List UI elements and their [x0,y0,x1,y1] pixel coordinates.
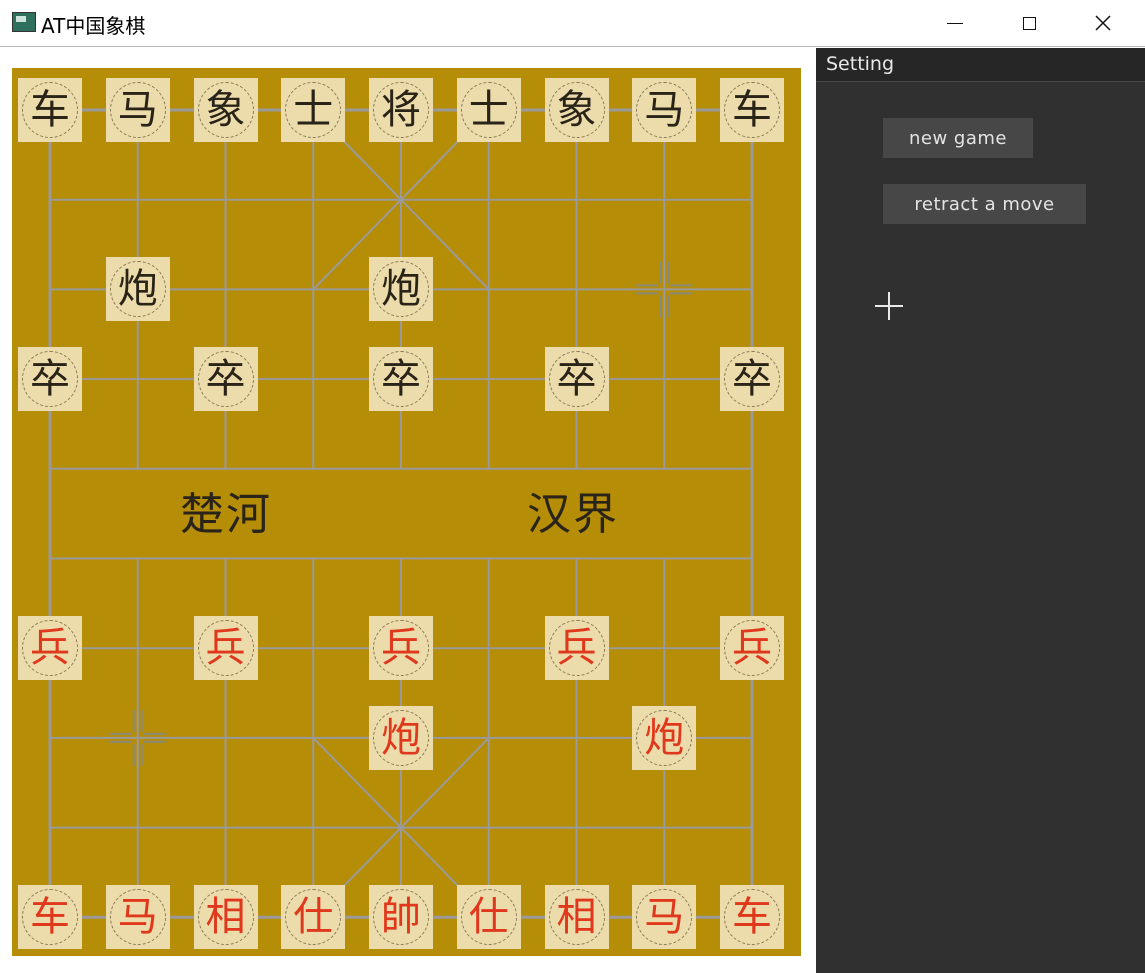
maximize-button[interactable] [992,0,1066,46]
piece-label: 兵 [30,625,70,672]
panel-header: Setting [816,48,1145,82]
piece-label: 兵 [205,625,246,672]
title-bar: AT中国象棋 [0,0,1145,47]
piece-label: 士 [293,87,334,133]
retract-move-button[interactable]: retract a move [883,184,1086,224]
black-piece[interactable]: 马 [105,78,170,142]
red-piece[interactable]: 兵 [544,616,609,681]
panel-title: Setting [826,53,895,75]
settings-panel: Setting new game retract a move [816,48,1145,973]
piece-label: 卒 [556,356,597,403]
piece-label: 仕 [293,894,334,941]
black-piece[interactable]: 卒 [369,347,433,412]
piece-label: 兵 [381,625,421,672]
piece-label: 仕 [468,894,509,941]
red-piece[interactable]: 兵 [369,616,433,681]
red-piece[interactable]: 马 [105,885,170,950]
black-piece[interactable]: 卒 [193,347,258,412]
red-piece[interactable]: 仕 [281,885,346,950]
piece-label: 车 [30,87,70,133]
piece-label: 马 [117,87,158,133]
red-piece[interactable]: 炮 [369,705,433,770]
black-piece[interactable]: 卒 [544,347,609,412]
piece-label: 炮 [117,266,158,313]
minimize-button[interactable] [918,0,992,46]
black-piece[interactable]: 车 [720,78,784,142]
board-grid [48,108,754,919]
close-button[interactable] [1066,0,1140,46]
river-label-han-jie: 汉界 [527,489,619,540]
black-piece[interactable]: 卒 [18,347,82,412]
black-piece[interactable]: 炮 [369,257,433,322]
new-game-button[interactable]: new game [883,118,1033,158]
red-piece[interactable]: 车 [18,885,82,950]
red-piece[interactable]: 相 [544,885,609,950]
maximize-icon [1022,16,1036,30]
red-piece[interactable]: 兵 [193,616,258,681]
piece-label: 象 [556,87,597,133]
piece-label: 炮 [644,714,685,761]
piece-label: 相 [556,894,597,941]
red-piece[interactable]: 炮 [632,705,697,770]
board-area: 楚河 汉界 车马象士将士象马车炮炮卒卒卒卒卒兵兵兵兵兵炮炮车马相仕帥仕相马车 [0,48,816,973]
red-piece[interactable]: 仕 [456,885,521,950]
black-piece[interactable]: 马 [632,78,697,142]
black-piece[interactable]: 炮 [105,257,170,322]
app-icon [12,12,36,32]
black-piece[interactable]: 士 [281,78,346,142]
black-piece[interactable]: 象 [544,78,609,142]
piece-label: 兵 [732,625,772,672]
black-piece[interactable]: 车 [18,78,82,142]
black-piece[interactable]: 士 [456,78,521,142]
piece-label: 马 [644,87,685,133]
piece-label: 兵 [556,625,597,672]
black-piece[interactable]: 象 [193,78,258,142]
red-piece[interactable]: 帥 [369,885,433,950]
piece-label: 马 [644,894,685,941]
red-piece[interactable]: 相 [193,885,258,950]
piece-label: 相 [205,894,246,941]
piece-label: 象 [205,87,246,133]
piece-label: 车 [30,894,70,941]
piece-label: 车 [732,894,772,941]
river-label-chu-he: 楚河 [180,489,272,540]
piece-label: 车 [732,87,772,133]
piece-label: 卒 [205,356,246,403]
close-icon [1095,15,1111,31]
window-title: AT中国象棋 [41,14,146,38]
piece-label: 士 [468,87,509,133]
minimize-icon [947,22,963,24]
chess-board[interactable]: 楚河 汉界 车马象士将士象马车炮炮卒卒卒卒卒兵兵兵兵兵炮炮车马相仕帥仕相马车 [12,68,801,956]
red-piece[interactable]: 兵 [720,616,784,681]
crosshair-cursor-icon [875,292,903,320]
red-piece[interactable]: 兵 [18,616,82,681]
piece-label: 将 [381,87,421,133]
red-piece[interactable]: 车 [720,885,784,950]
black-piece[interactable]: 卒 [720,347,784,412]
piece-label: 卒 [381,356,421,403]
piece-label: 卒 [30,356,70,403]
piece-label: 炮 [381,266,421,313]
piece-label: 炮 [381,714,421,761]
piece-label: 马 [117,894,158,941]
red-piece[interactable]: 马 [632,885,697,950]
piece-label: 卒 [732,356,772,403]
piece-label: 帥 [381,894,421,941]
black-piece[interactable]: 将 [369,78,433,142]
